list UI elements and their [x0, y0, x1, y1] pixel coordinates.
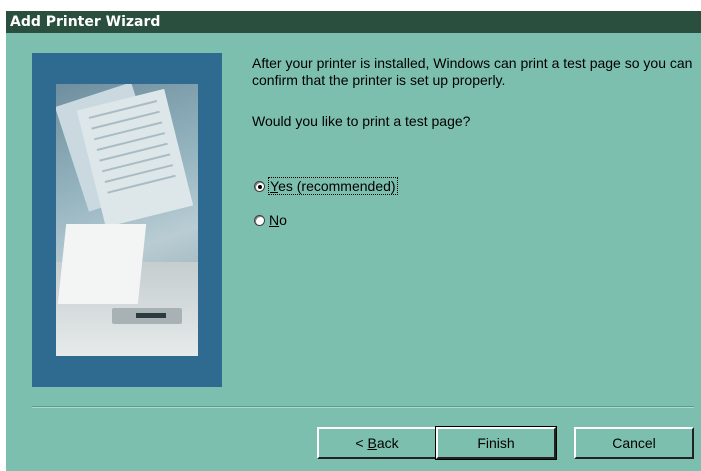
radio-button-yes[interactable]	[254, 180, 265, 192]
radio-button-no[interactable]	[254, 214, 265, 226]
radio-option-yes[interactable]: Yes (recommended)	[254, 177, 398, 195]
add-printer-wizard-window: Add Printer Wizard After your printer is…	[6, 11, 701, 471]
printer-paper-decoration	[57, 224, 147, 304]
radio-label-no[interactable]: No	[269, 212, 287, 228]
radio-option-no[interactable]: No	[254, 211, 287, 229]
footer-separator	[32, 406, 694, 408]
cancel-button[interactable]: Cancel	[574, 427, 694, 459]
printer-illustration-image	[56, 84, 198, 356]
printer-display-decoration	[136, 313, 166, 318]
title-bar: Add Printer Wizard	[6, 11, 701, 33]
question-text: Would you like to print a test page?	[252, 113, 471, 129]
finish-button[interactable]: Finish	[435, 426, 557, 460]
wizard-illustration-frame	[32, 53, 222, 387]
intro-text: After your printer is installed, Windows…	[252, 55, 693, 88]
radio-label-yes[interactable]: Yes (recommended)	[268, 177, 398, 195]
back-button[interactable]: < Back	[317, 427, 437, 459]
